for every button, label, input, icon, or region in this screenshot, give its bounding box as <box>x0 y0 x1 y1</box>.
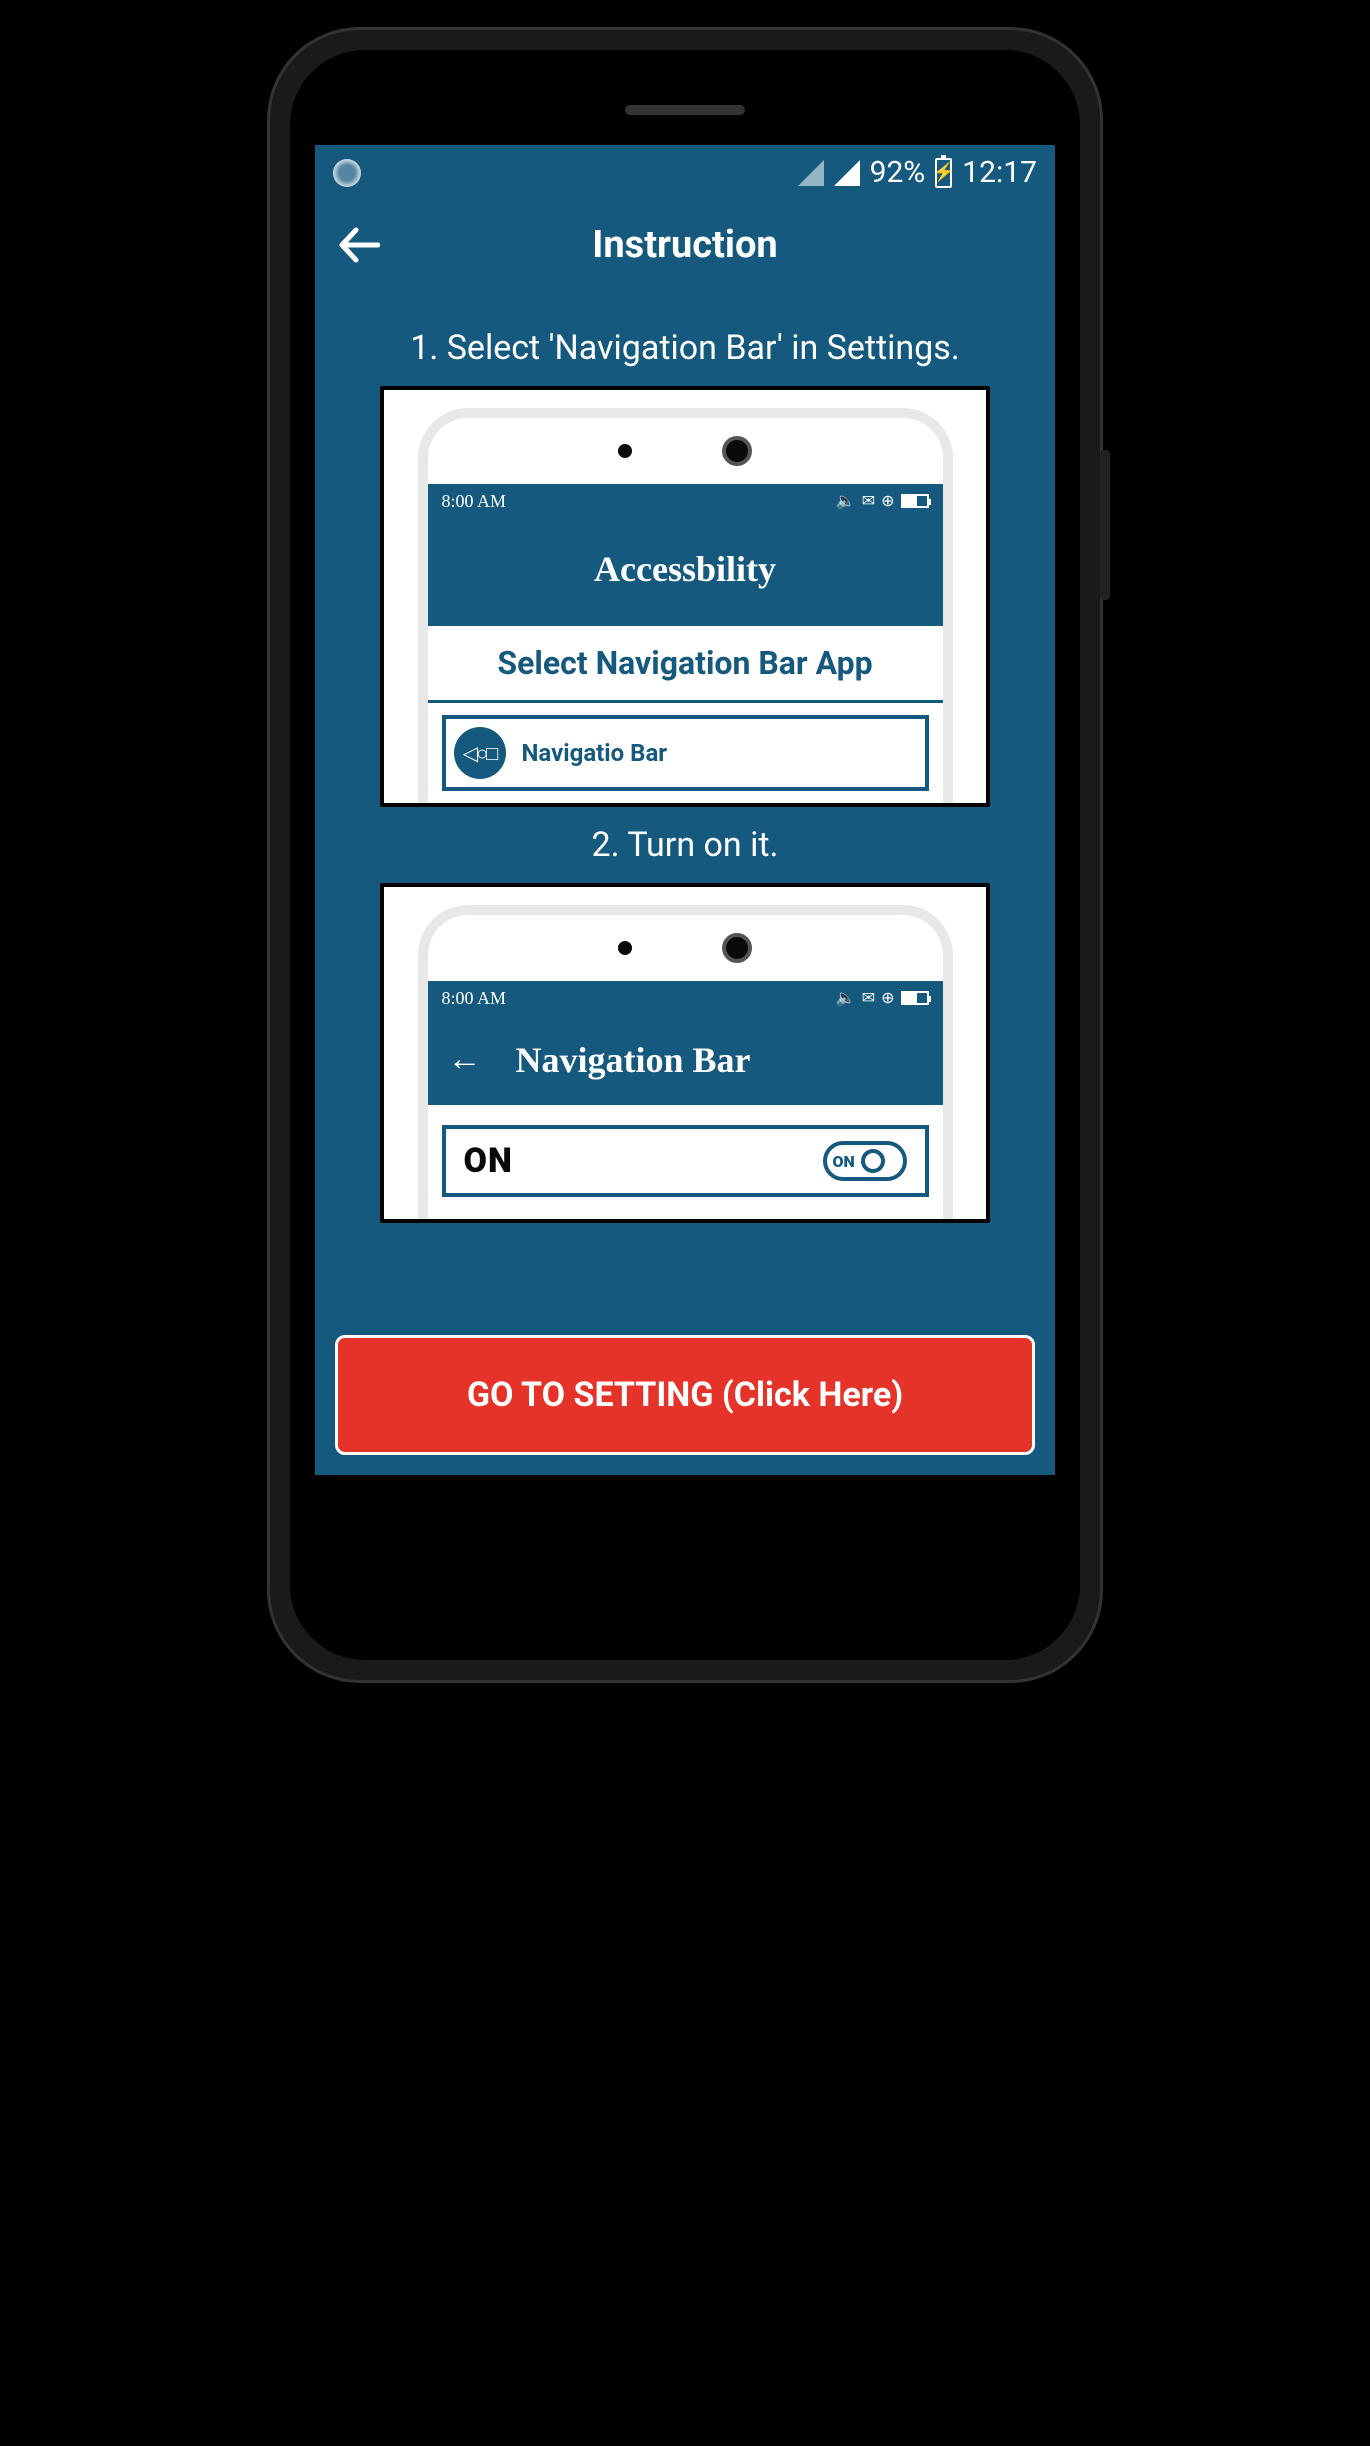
status-right: 92% ⚡ 12:17 <box>361 155 1037 190</box>
mini-header-row: ← Navigation Bar <box>428 1015 943 1105</box>
status-spinner-icon <box>333 159 361 187</box>
go-to-setting-button[interactable]: GO TO SETTING (Click Here) <box>335 1335 1035 1455</box>
toggle-switch: ON <box>823 1141 907 1181</box>
mini-subheader: Select Navigation Bar App <box>428 626 943 703</box>
mini-time: 8:00 AM <box>442 491 507 512</box>
toggle-text: ON <box>833 1152 855 1171</box>
mini-toggle-row: ON ON <box>442 1125 929 1197</box>
content-area: 1. Select 'Navigation Bar' in Settings. … <box>315 290 1055 1327</box>
step-2-label: 2. Turn on it. <box>592 825 779 865</box>
mini-status-icons: 🔈 ✉ ⊕ <box>836 988 929 1008</box>
battery-icon <box>901 991 929 1005</box>
mini-status-icons: 🔈 ✉ ⊕ <box>836 491 929 511</box>
on-label: ON <box>464 1141 513 1181</box>
mini-sensors <box>428 933 943 963</box>
signal-icon <box>798 160 824 186</box>
phone-speaker <box>625 105 745 115</box>
mini-speaker-icon <box>722 933 752 963</box>
globe-icon: ⊕ <box>881 491 894 511</box>
mini-time: 8:00 AM <box>442 988 507 1009</box>
phone-side-button <box>1100 450 1110 600</box>
mail-icon: ✉ <box>862 491 875 511</box>
globe-icon: ⊕ <box>881 988 894 1008</box>
sound-icon: 🔈 <box>836 988 856 1008</box>
mini-list-item: ◁○□ Navigatio Bar <box>442 715 929 791</box>
signal-icon <box>834 160 860 186</box>
mini-camera-icon <box>618 444 632 458</box>
screen: 92% ⚡ 12:17 Instruction 1. Select 'Navig… <box>315 145 1055 1475</box>
charging-icon: ⚡ <box>933 164 955 182</box>
mini-phone: 8:00 AM 🔈 ✉ ⊕ ← Navigation Bar <box>418 905 953 1219</box>
back-arrow-icon: ← <box>448 1041 482 1079</box>
page-title: Instruction <box>335 223 1035 267</box>
mail-icon: ✉ <box>862 988 875 1008</box>
illustration-1: 8:00 AM 🔈 ✉ ⊕ Accessbility Select Naviga… <box>380 386 990 807</box>
mini-status-bar: 8:00 AM 🔈 ✉ ⊕ <box>428 981 943 1015</box>
mini-status-bar: 8:00 AM 🔈 ✉ ⊕ <box>428 484 943 518</box>
phone-frame: 92% ⚡ 12:17 Instruction 1. Select 'Navig… <box>270 30 1100 1680</box>
sound-icon: 🔈 <box>836 491 856 511</box>
app-bar: Instruction <box>315 200 1055 290</box>
battery-icon: ⚡ <box>935 158 952 188</box>
mini-phone: 8:00 AM 🔈 ✉ ⊕ Accessbility Select Naviga… <box>418 408 953 803</box>
mini-camera-icon <box>618 941 632 955</box>
mini-header-title: Navigation Bar <box>516 1039 751 1081</box>
battery-icon <box>901 494 929 508</box>
mini-speaker-icon <box>722 436 752 466</box>
status-bar: 92% ⚡ 12:17 <box>315 145 1055 200</box>
cta-label: GO TO SETTING (Click Here) <box>467 1375 903 1415</box>
status-time: 12:17 <box>962 155 1037 190</box>
status-left <box>333 159 361 187</box>
phone-bezel: 92% ⚡ 12:17 Instruction 1. Select 'Navig… <box>290 50 1080 1660</box>
mini-sensors <box>428 436 943 466</box>
illustration-2: 8:00 AM 🔈 ✉ ⊕ ← Navigation Bar <box>380 883 990 1223</box>
toggle-knob-icon <box>861 1149 885 1173</box>
mini-item-label: Navigatio Bar <box>522 739 668 767</box>
mini-header: Accessbility <box>428 518 943 626</box>
step-1-label: 1. Select 'Navigation Bar' in Settings. <box>410 328 960 368</box>
battery-percent: 92% <box>870 155 926 190</box>
nav-buttons-icon: ◁○□ <box>454 727 506 779</box>
